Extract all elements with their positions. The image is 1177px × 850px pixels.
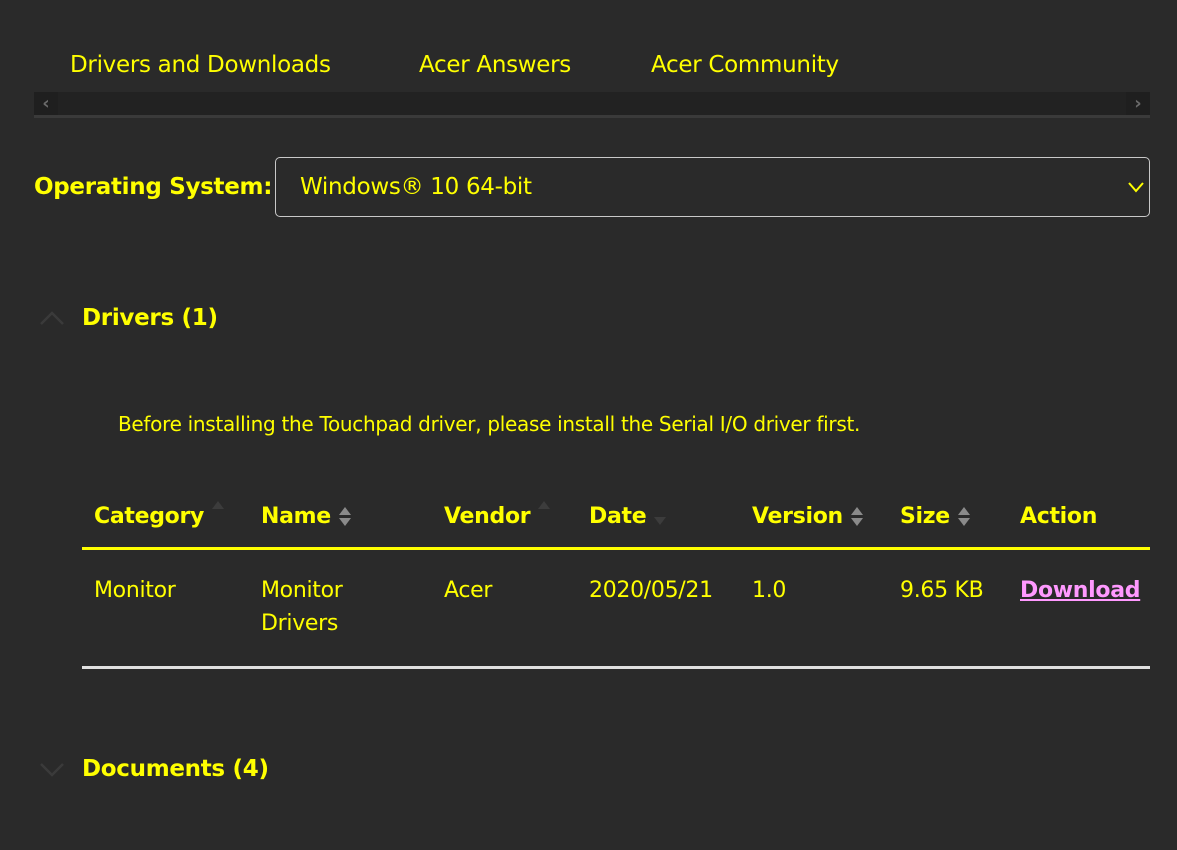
column-label: Vendor [444,504,531,529]
cell-category: Monitor [94,578,176,603]
tab-acer-community[interactable]: Acer Community [651,44,839,86]
documents-section-title: Documents (4) [82,756,269,782]
sort-icon [338,505,353,529]
column-label: Version [752,504,843,529]
drivers-section-title: Drivers (1) [82,305,218,331]
driver-notice: Before installing the Touchpad driver, p… [118,412,861,436]
column-header-date[interactable]: Date [589,499,668,535]
sort-icon [957,505,972,529]
table-row: Monitor Monitor Drivers Acer 2020/05/21 … [82,550,1150,669]
cell-size: 9.65 KB [900,578,984,603]
chevron-up-icon[interactable] [38,308,66,328]
sort-icon [850,505,865,529]
cell-action: Download [1020,574,1141,607]
tab-drivers-and-downloads[interactable]: Drivers and Downloads [70,44,331,86]
column-header-size[interactable]: Size [900,499,972,535]
os-select[interactable]: Windows® 10 64-bit [275,157,1150,217]
tab-bar: Drivers and Downloads Acer Answers Acer … [34,44,1150,92]
column-header-category[interactable]: Category [94,499,226,535]
cell-version: 1.0 [752,578,787,603]
cell-vendor: Acer [444,578,493,603]
chevron-down-icon[interactable] [38,759,66,779]
column-label: Action [1020,504,1098,529]
cell-date: 2020/05/21 [589,578,713,603]
column-label: Size [900,504,950,529]
column-header-version[interactable]: Version [752,499,865,535]
os-selected-value: Windows® 10 64-bit [300,174,532,200]
download-link[interactable]: Download [1020,578,1141,603]
column-label: Date [589,504,647,529]
sort-desc-icon [654,505,668,529]
column-header-vendor[interactable]: Vendor [444,499,552,535]
os-label: Operating System: [34,174,273,200]
cell-name: Monitor Drivers [261,578,343,636]
chevron-down-icon [1128,182,1144,193]
sort-icon [538,501,552,529]
column-header-name[interactable]: Name [261,499,411,535]
table-header: Category Name Vendor Date Version Size A… [82,495,1150,550]
column-header-action: Action [1020,499,1097,535]
drivers-table: Category Name Vendor Date Version Size A… [82,495,1150,669]
column-label: Category [94,504,205,529]
chevron-right-icon[interactable]: › [1126,92,1150,115]
tab-scrollbar[interactable]: ‹ › [34,92,1150,118]
sort-icon [212,501,226,529]
tab-acer-answers[interactable]: Acer Answers [419,44,571,86]
chevron-left-icon[interactable]: ‹ [34,92,58,115]
column-label: Name [261,504,331,529]
